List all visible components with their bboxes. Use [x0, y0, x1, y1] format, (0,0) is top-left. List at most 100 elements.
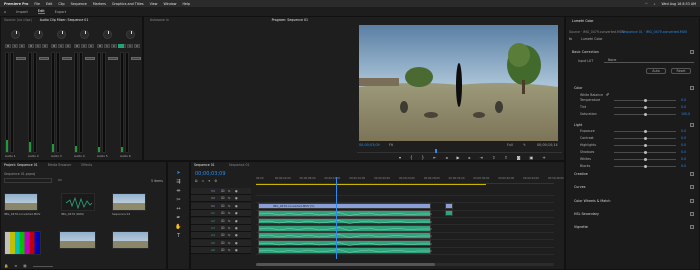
param-slider-knob[interactable]: [643, 106, 647, 109]
menu-sequence[interactable]: Sequence: [71, 2, 87, 6]
zoom-slider[interactable]: [32, 266, 53, 267]
pen-tool-icon[interactable]: ✒: [176, 215, 180, 221]
input-lut-select[interactable]: None: [604, 58, 694, 63]
lumetri-target[interactable]: Sequence 01 · IMG_0479.converted.MOV: [622, 30, 687, 34]
track-eye-icon[interactable]: ●: [235, 248, 238, 252]
track-sync-icon[interactable]: ⇆: [228, 204, 231, 208]
channel-record-button[interactable]: R: [111, 44, 117, 48]
fx-badge[interactable]: fx: [569, 37, 572, 41]
lumetri-source[interactable]: Source · IMG_0479.converted.MOV: [569, 30, 624, 34]
video-frame[interactable]: [359, 25, 558, 141]
track-sync-icon[interactable]: ⇆: [228, 248, 231, 252]
channel-mute-button[interactable]: M: [51, 44, 57, 48]
audio-clip[interactable]: [258, 217, 432, 225]
channel-mute-button[interactable]: M: [97, 44, 103, 48]
pan-knob[interactable]: [126, 30, 135, 39]
param-slider-knob[interactable]: [643, 137, 647, 140]
track-name[interactable]: A6: [211, 248, 215, 252]
timeline-scroll-thumb[interactable]: [256, 263, 435, 266]
project-search-input[interactable]: [4, 178, 52, 183]
slip-tool-icon[interactable]: ↔: [176, 206, 180, 212]
timeline-playhead[interactable]: [336, 177, 338, 259]
tab-source[interactable]: Source: (no clips): [1, 17, 35, 23]
menu-window[interactable]: Window: [163, 2, 176, 6]
track-name[interactable]: A5: [211, 241, 215, 245]
timeline-timecode[interactable]: 00;00;03;09: [195, 171, 226, 177]
audio-clip[interactable]: [258, 232, 432, 239]
volume-fader[interactable]: [62, 57, 72, 60]
mini-timeline[interactable]: [357, 149, 562, 153]
track-sync-icon[interactable]: ⇆: [228, 219, 231, 223]
param-value[interactable]: 0.0: [681, 98, 686, 102]
hand-tool-icon[interactable]: ✋: [175, 224, 181, 230]
tab-project[interactable]: Project: Sequence 01: [1, 162, 41, 168]
lock-icon[interactable]: 🔒: [4, 264, 8, 269]
param-slider-knob[interactable]: [643, 99, 647, 102]
channel-solo-button[interactable]: S: [58, 44, 64, 48]
tab-lumetri-color[interactable]: Lumetri Color: [569, 18, 597, 24]
work-area-bar[interactable]: [256, 184, 486, 185]
section-enable-checkbox[interactable]: [690, 199, 694, 203]
wrench-timeline-icon[interactable]: ⚙: [214, 179, 217, 183]
volume-fader[interactable]: [108, 57, 118, 60]
timeline-ruler[interactable]: 00;00 00;00;04;00 00;00;08;00 00;00;12;00 00…: [256, 177, 564, 184]
section-color[interactable]: Color: [574, 86, 583, 90]
video-clip[interactable]: IMG_0479.converted.MOV [V]: [258, 202, 431, 209]
auto-button[interactable]: Auto: [646, 68, 666, 74]
mixer-highlight-button[interactable]: [118, 44, 124, 48]
channel-record-button[interactable]: R: [42, 44, 48, 48]
ripple-edit-tool-icon[interactable]: ⇹: [176, 188, 180, 194]
menu-markers[interactable]: Markers: [93, 2, 106, 6]
menu-file[interactable]: File: [34, 2, 40, 6]
menu-clip[interactable]: Clip: [58, 2, 64, 6]
track-sync-icon[interactable]: ⇆: [228, 196, 231, 200]
section-basic-correction[interactable]: Basic Correction: [572, 50, 599, 54]
menu-edit[interactable]: Edit: [46, 2, 52, 6]
track-name[interactable]: A2: [211, 219, 215, 223]
reset-button[interactable]: Reset: [671, 68, 691, 74]
param-value[interactable]: 0.0: [681, 150, 686, 154]
tab-audio-clip-mixer[interactable]: Audio Clip Mixer: Sequence 01: [37, 17, 92, 23]
param-value[interactable]: 0.0: [681, 157, 686, 161]
add-marker-timeline-icon[interactable]: ▾: [208, 179, 210, 183]
param-slider-knob[interactable]: [643, 165, 647, 168]
home-icon[interactable]: ⌂: [4, 10, 6, 14]
track-eye-icon[interactable]: ●: [235, 204, 238, 208]
section-enable-checkbox[interactable]: [690, 212, 694, 216]
volume-fader[interactable]: [85, 57, 95, 60]
param-slider-knob[interactable]: [643, 113, 647, 116]
list-view-icon[interactable]: ≡: [14, 264, 17, 269]
snap-icon[interactable]: ⧉: [195, 179, 198, 183]
track-sync-icon[interactable]: ⇆: [228, 189, 231, 193]
icon-view-icon[interactable]: ▦: [23, 264, 26, 269]
track-lock-icon[interactable]: ⌧: [221, 226, 224, 230]
track-sync-icon[interactable]: ⇆: [228, 233, 231, 237]
track-eye-icon[interactable]: ●: [235, 226, 238, 230]
section-light[interactable]: Light: [574, 123, 582, 127]
quality-select[interactable]: Full: [507, 143, 513, 147]
zoom-select[interactable]: Fit: [389, 143, 393, 147]
section-hsl-secondary[interactable]: HSL Secondary: [574, 212, 599, 216]
workspace-export[interactable]: Export: [55, 10, 66, 14]
pan-knob[interactable]: [80, 30, 89, 39]
track-eye-icon[interactable]: ●: [235, 196, 238, 200]
selection-tool-icon[interactable]: ➤: [176, 170, 180, 176]
channel-solo-button[interactable]: S: [12, 44, 18, 48]
tab-sequence-01-b[interactable]: Sequence 01: [226, 162, 253, 168]
channel-solo-button[interactable]: S: [127, 44, 133, 48]
search-icon[interactable]: ⌕: [654, 2, 656, 6]
workspace-import[interactable]: Import: [16, 10, 28, 14]
param-slider-knob[interactable]: [643, 158, 647, 161]
audio-clip[interactable]: [258, 239, 432, 247]
track-sync-icon[interactable]: ⇆: [228, 241, 231, 245]
pan-knob[interactable]: [57, 30, 66, 39]
channel-mute-button[interactable]: M: [74, 44, 80, 48]
channel-solo-button[interactable]: S: [81, 44, 87, 48]
type-tool-icon[interactable]: T: [177, 233, 180, 239]
track-eye-icon[interactable]: ●: [235, 233, 238, 237]
section-curves[interactable]: Curves: [574, 185, 585, 189]
volume-fader[interactable]: [16, 57, 26, 60]
section-vignette[interactable]: Vignette: [574, 225, 588, 229]
track-sync-icon[interactable]: ⇆: [228, 226, 231, 230]
project-item-thumb-3[interactable]: [4, 231, 41, 255]
